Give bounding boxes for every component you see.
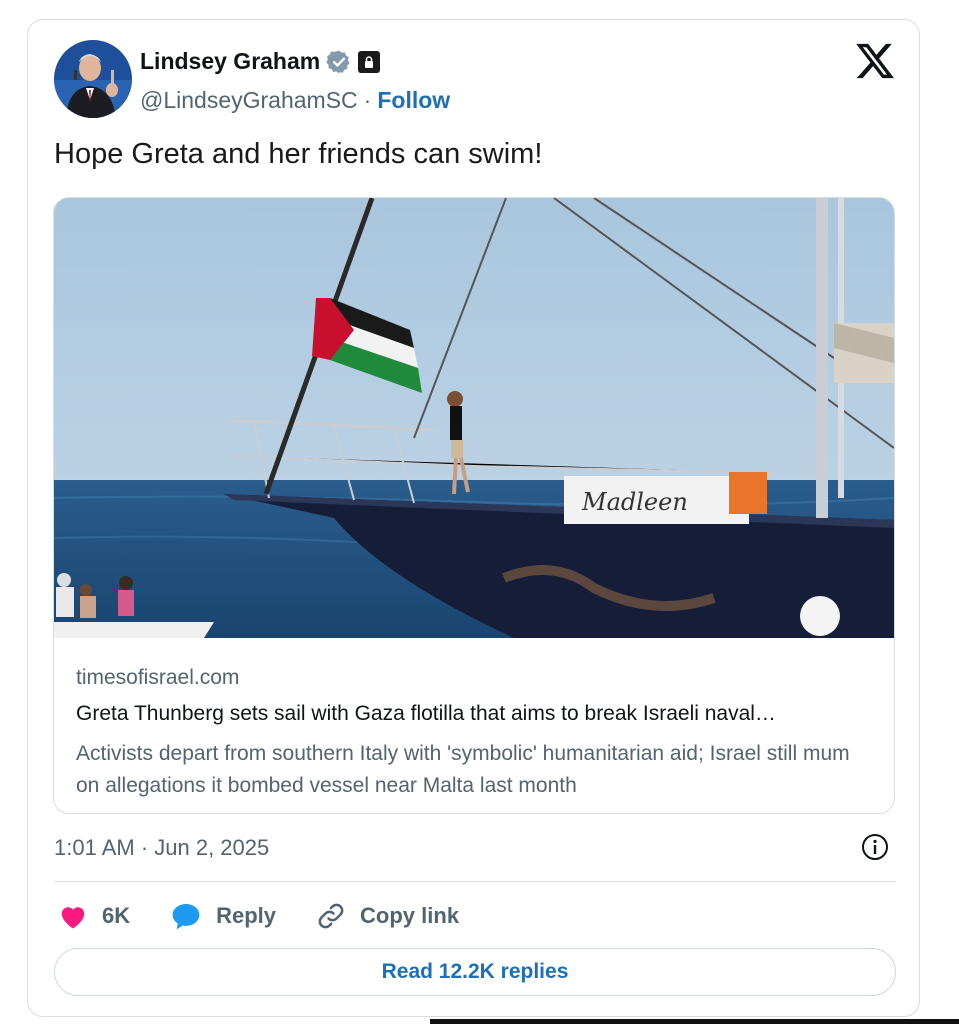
like-count: 6K [102, 903, 131, 928]
boat-name-label: Madleen [581, 488, 688, 516]
x-logo-icon[interactable] [856, 42, 894, 80]
link-title: Greta Thunberg sets sail with Gaza floti… [76, 702, 776, 725]
link-icon [318, 903, 344, 929]
link-description: Activists depart from southern Italy wit… [76, 742, 850, 797]
avatar[interactable] [54, 40, 132, 118]
author-handle[interactable]: @LindseyGrahamSC [140, 87, 358, 114]
reply-label: Reply [216, 903, 277, 928]
tweet-timestamp[interactable]: 1:01 AM · Jun 2, 2025 [54, 835, 269, 861]
lock-icon [358, 50, 381, 73]
copy-link-button[interactable]: Copy link [316, 901, 459, 931]
divider [54, 881, 896, 882]
read-replies-button[interactable]: Read 12.2K replies [54, 948, 896, 996]
reply-button[interactable]: Reply [170, 901, 276, 931]
tweet-embed-card: Lindsey Graham @LindseyGrahamSC · Follow… [27, 19, 920, 1017]
bottom-edge-bar [430, 1019, 959, 1024]
tweet-text: Hope Greta and her friends can swim! [54, 138, 543, 170]
verified-badge-icon [326, 49, 352, 75]
reply-bubble-icon [172, 904, 200, 930]
info-icon[interactable] [861, 833, 889, 861]
like-button[interactable]: 6K [58, 902, 130, 930]
copy-link-label: Copy link [360, 903, 460, 928]
action-bar: 6K Reply Copy link [58, 898, 499, 934]
link-preview-card[interactable]: Madleen timesofisrael.com Greta Thunberg… [53, 197, 895, 814]
link-domain: timesofisrael.com [76, 666, 240, 689]
handle-separator: · [363, 87, 372, 113]
heart-icon [61, 907, 85, 929]
article-image: Madleen [54, 198, 894, 638]
follow-button[interactable]: Follow [377, 87, 450, 114]
author-name[interactable]: Lindsey Graham [140, 48, 320, 75]
